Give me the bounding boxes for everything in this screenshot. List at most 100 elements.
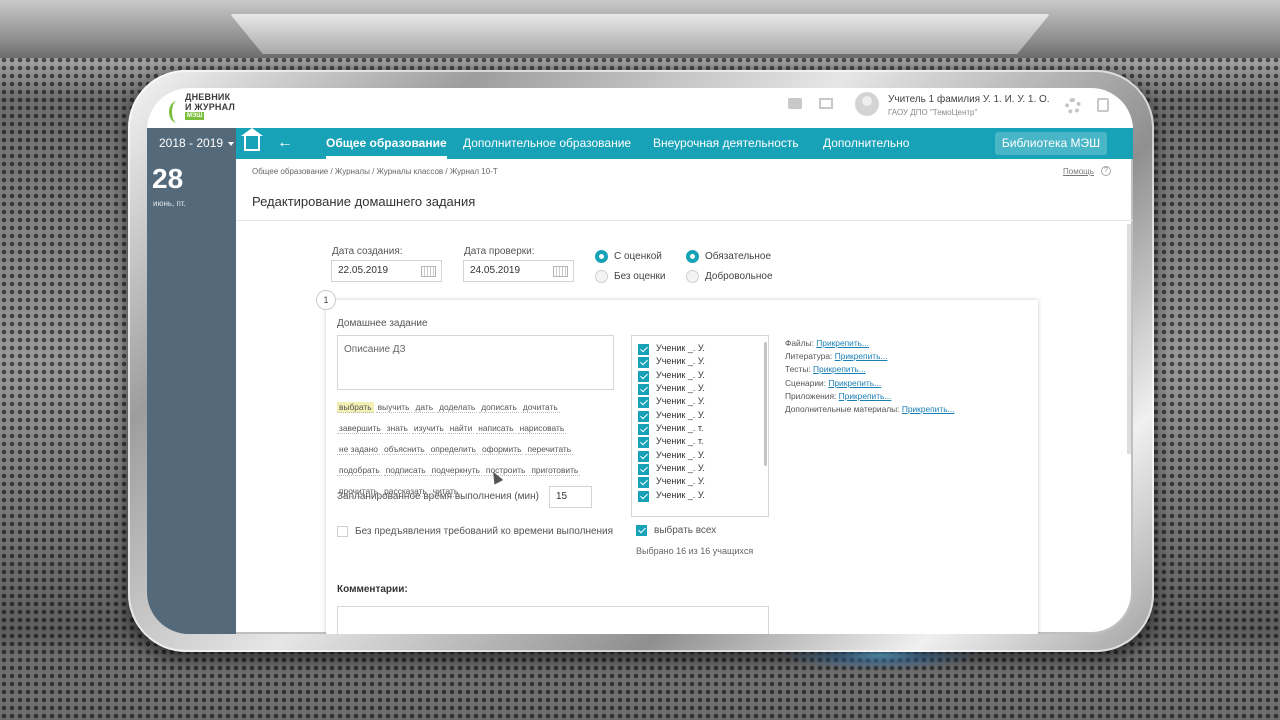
student-checkbox[interactable] — [638, 451, 649, 462]
user-org: ГАОУ ДПО "ТемоЦентр" — [888, 108, 978, 117]
logo[interactable]: ДНЕВНИК И ЖУРНАЛ МЭШ — [169, 91, 239, 125]
attach-files: Файлы: Прикрепить... — [785, 338, 869, 348]
nav-general-education[interactable]: Общее образование — [326, 128, 447, 159]
tag-item[interactable]: определить — [428, 444, 478, 455]
attach-link[interactable]: Прикрепить... — [816, 338, 869, 348]
radio-mandatory-label[interactable]: Обязательное — [705, 251, 771, 262]
tag-item[interactable]: найти — [447, 423, 475, 434]
logo-line1: ДНЕВНИК — [185, 92, 231, 102]
back-arrow-icon[interactable]: ← — [277, 134, 293, 152]
date-sidebar: 28 июнь, пт. — [147, 159, 236, 634]
student-checkbox[interactable] — [638, 371, 649, 382]
comments-textarea[interactable] — [337, 606, 769, 634]
tag-item[interactable]: выучить — [375, 402, 412, 413]
main-nav: ← Общее образование Дополнительное образ… — [236, 128, 1133, 159]
tag-item[interactable]: подобрать — [337, 465, 382, 476]
check-date-label: Дата проверки: — [464, 246, 535, 257]
home-icon[interactable] — [241, 128, 263, 151]
breadcrumb[interactable]: Общее образование / Журналы / Журналы кл… — [252, 167, 498, 176]
attach-link[interactable]: Прикрепить... — [828, 378, 881, 388]
attach-applications: Приложения: Прикрепить... — [785, 391, 891, 401]
planned-time-input[interactable]: 15 — [549, 486, 592, 508]
step-number: 1 — [316, 290, 336, 310]
student-checkbox[interactable] — [638, 357, 649, 368]
attach-label: Дополнительные материалы: — [785, 404, 900, 414]
created-date-field[interactable]: 22.05.2019 — [331, 260, 442, 282]
attach-extra-materials: Дополнительные материалы: Прикрепить... — [785, 404, 955, 414]
radio-voluntary-label[interactable]: Добровольное — [705, 271, 773, 282]
tag-item[interactable]: не задано — [337, 444, 380, 455]
help-link[interactable]: Помощь — [1063, 167, 1094, 176]
student-checkbox[interactable] — [638, 384, 649, 395]
radio-without-grade-label[interactable]: Без оценки — [614, 271, 666, 282]
student-checkbox[interactable] — [638, 491, 649, 502]
app-screen: ДНЕВНИК И ЖУРНАЛ МЭШ Учитель 1 фамилия У.… — [147, 88, 1133, 634]
student-checkbox[interactable] — [638, 344, 649, 355]
student-checkbox[interactable] — [638, 477, 649, 488]
tag-item[interactable]: написать — [476, 423, 516, 434]
calendar-icon[interactable] — [421, 266, 436, 277]
selected-count: Выбрано 16 из 16 учащихся — [636, 546, 754, 556]
tag-item[interactable]: нарисовать — [517, 423, 567, 434]
help-icon[interactable]: ? — [1101, 166, 1111, 176]
student-checkbox[interactable] — [638, 411, 649, 422]
user-name[interactable]: Учитель 1 фамилия У. 1. И. У. 1. О. — [888, 94, 1050, 105]
tag-item[interactable]: изучить — [411, 423, 446, 434]
tag-item[interactable]: оформить — [479, 444, 524, 455]
student-checkbox[interactable] — [638, 464, 649, 475]
tag-item[interactable]: дать — [413, 402, 436, 413]
notification-icon[interactable] — [788, 98, 802, 109]
radio-mandatory[interactable] — [686, 250, 699, 263]
attach-link[interactable]: Прикрепить... — [839, 391, 892, 401]
tag-item[interactable]: доделать — [437, 402, 478, 413]
gear-icon[interactable] — [1065, 98, 1081, 114]
student-list-scrollbar[interactable] — [764, 342, 767, 466]
radio-with-grade[interactable] — [595, 250, 608, 263]
nav-extracurricular[interactable]: Внеурочная деятельность — [653, 128, 799, 159]
student-checkbox[interactable] — [638, 424, 649, 435]
select-all-label[interactable]: выбрать всех — [654, 525, 716, 536]
exit-icon[interactable] — [1097, 98, 1109, 112]
radio-with-grade-label[interactable]: С оценкой — [614, 251, 662, 262]
select-all-checkbox[interactable] — [636, 525, 647, 536]
radio-without-grade[interactable] — [595, 270, 608, 283]
nav-additional[interactable]: Дополнительно — [823, 128, 909, 159]
page-scrollbar[interactable] — [1127, 224, 1131, 454]
no-time-checkbox[interactable] — [337, 526, 348, 537]
tag-item[interactable]: приготовить — [529, 465, 581, 476]
year-selector[interactable]: 2018 - 2019 — [147, 128, 236, 159]
library-button[interactable]: Библиотека МЭШ — [995, 132, 1107, 155]
attach-label: Файлы: — [785, 338, 814, 348]
homework-title: Домашнее задание — [337, 318, 428, 329]
tag-item[interactable]: объяснить — [381, 444, 427, 455]
tag-item[interactable]: дочитать — [520, 402, 560, 413]
tag-item[interactable]: выбрать — [337, 402, 374, 413]
calendar-icon[interactable] — [553, 266, 568, 277]
attach-link[interactable]: Прикрепить... — [813, 364, 866, 374]
student-name: Ученик _. У. — [656, 476, 705, 486]
radio-voluntary[interactable] — [686, 270, 699, 283]
mail-icon[interactable] — [819, 98, 833, 109]
student-name: Ученик _. У. — [656, 383, 705, 393]
tag-item[interactable]: дописать — [479, 402, 519, 413]
student-name: Ученик _. т. — [656, 423, 704, 433]
tag-item[interactable]: подписать — [383, 465, 428, 476]
chevron-down-icon — [228, 141, 235, 146]
attach-link[interactable]: Прикрепить... — [835, 351, 888, 361]
avatar[interactable] — [855, 92, 879, 116]
tag-item[interactable]: подчеркнуть — [429, 465, 482, 476]
student-checkbox[interactable] — [638, 397, 649, 408]
nav-additional-education[interactable]: Дополнительное образование — [463, 128, 631, 159]
tag-item[interactable]: перечитать — [525, 444, 574, 455]
check-date-field[interactable]: 24.05.2019 — [463, 260, 574, 282]
student-list[interactable]: Ученик _. У. Ученик _. У. Ученик _. У. У… — [631, 335, 769, 517]
tag-item[interactable]: завершить — [337, 423, 383, 434]
description-textarea[interactable]: Описание ДЗ — [337, 335, 614, 390]
student-name: Ученик _. У. — [656, 370, 705, 380]
no-time-label[interactable]: Без предъявления требований ко времени в… — [355, 526, 613, 537]
page-title: Редактирование домашнего задания — [252, 194, 476, 209]
student-checkbox[interactable] — [638, 437, 649, 448]
attach-link[interactable]: Прикрепить... — [902, 404, 955, 414]
tag-item[interactable]: знать — [384, 423, 410, 434]
day-number: 28 — [152, 163, 184, 194]
